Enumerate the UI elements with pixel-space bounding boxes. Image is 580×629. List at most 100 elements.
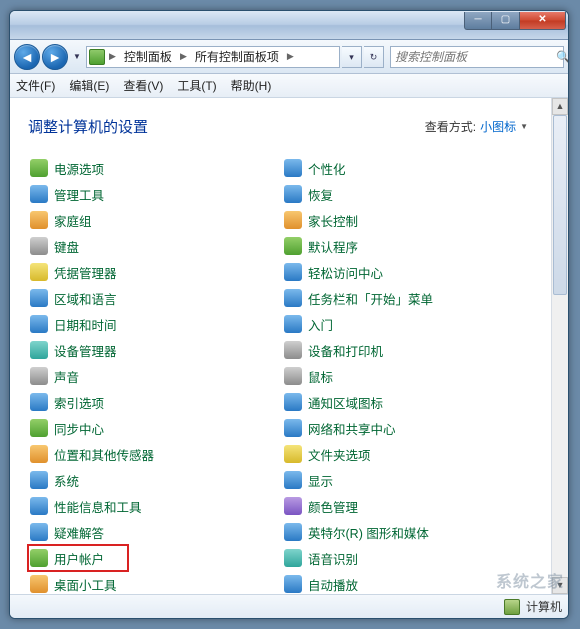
window: ─ ▢ ✕ ◄ ► ▼ ▶ 控制面板 ▶ 所有控制面板项 ▶ ▾ ↻ 🔍 文件(…: [9, 10, 569, 619]
menu-help[interactable]: 帮助(H): [231, 77, 272, 94]
control-panel-item[interactable]: 任务栏和「开始」菜单: [282, 285, 528, 311]
item-label: 入门: [308, 315, 333, 334]
back-button[interactable]: ◄: [14, 44, 40, 70]
item-icon: [30, 315, 48, 333]
control-panel-item[interactable]: 疑难解答: [28, 519, 274, 545]
control-panel-item[interactable]: 索引选项: [28, 389, 274, 415]
control-panel-item[interactable]: 同步中心: [28, 415, 274, 441]
item-label: 凭据管理器: [54, 263, 117, 282]
control-panel-item[interactable]: 默认程序: [282, 233, 528, 259]
control-panel-item[interactable]: 系统: [28, 467, 274, 493]
address-bar[interactable]: ▶ 控制面板 ▶ 所有控制面板项 ▶: [86, 46, 340, 68]
item-icon: [30, 419, 48, 437]
item-icon: [30, 263, 48, 281]
control-panel-item[interactable]: 通知区域图标: [282, 389, 528, 415]
control-panel-item[interactable]: 恢复: [282, 181, 528, 207]
control-panel-item[interactable]: 家长控制: [282, 207, 528, 233]
menu-tools[interactable]: 工具(T): [177, 77, 216, 94]
control-panel-item[interactable]: 声音: [28, 363, 274, 389]
item-icon: [284, 497, 302, 515]
item-icon: [30, 393, 48, 411]
item-label: 同步中心: [54, 419, 104, 438]
vertical-scrollbar[interactable]: ▲ ▼: [551, 98, 568, 594]
close-button[interactable]: ✕: [520, 12, 566, 30]
control-panel-item[interactable]: 设备管理器: [28, 337, 274, 363]
page-title: 调整计算机的设置: [28, 116, 148, 137]
item-icon: [284, 523, 302, 541]
navigation-bar: ◄ ► ▼ ▶ 控制面板 ▶ 所有控制面板项 ▶ ▾ ↻ 🔍: [10, 40, 568, 74]
menu-edit[interactable]: 编辑(E): [69, 77, 109, 94]
control-panel-item[interactable]: 键盘: [28, 233, 274, 259]
control-panel-item[interactable]: 区域和语言: [28, 285, 274, 311]
control-panel-item[interactable]: 设备和打印机: [282, 337, 528, 363]
scroll-up-button[interactable]: ▲: [552, 98, 568, 115]
nav-history-dropdown[interactable]: ▼: [70, 52, 84, 61]
item-label: 用户帐户: [54, 549, 104, 568]
control-panel-item[interactable]: 轻松访问中心: [282, 259, 528, 285]
item-icon: [284, 549, 302, 567]
control-panel-item[interactable]: 日期和时间: [28, 311, 274, 337]
forward-button[interactable]: ►: [42, 44, 68, 70]
item-label: 电源选项: [54, 159, 104, 178]
titlebar: ─ ▢ ✕: [10, 11, 568, 40]
menu-file[interactable]: 文件(F): [16, 77, 55, 94]
menu-view[interactable]: 查看(V): [123, 77, 163, 94]
search-icon[interactable]: 🔍: [556, 50, 569, 64]
control-panel-item[interactable]: 电源选项: [28, 155, 274, 181]
control-panel-item[interactable]: 桌面小工具: [28, 571, 274, 594]
control-panel-item[interactable]: 凭据管理器: [28, 259, 274, 285]
control-panel-item[interactable]: 文件夹选项: [282, 441, 528, 467]
item-label: 语音识别: [308, 549, 358, 568]
view-by-selector[interactable]: 查看方式: 小图标 ▼: [425, 118, 528, 135]
item-label: 默认程序: [308, 237, 358, 256]
search-input[interactable]: [391, 50, 556, 64]
breadcrumb-control-panel[interactable]: 控制面板: [120, 46, 176, 67]
control-panel-item[interactable]: 入门: [282, 311, 528, 337]
item-icon: [30, 185, 48, 203]
item-icon: [284, 185, 302, 203]
control-panel-item[interactable]: 颜色管理: [282, 493, 528, 519]
item-icon: [284, 211, 302, 229]
item-label: 鼠标: [308, 367, 333, 386]
item-label: 个性化: [308, 159, 346, 178]
menu-bar: 文件(F) 编辑(E) 查看(V) 工具(T) 帮助(H): [10, 74, 568, 98]
control-panel-item[interactable]: 语音识别: [282, 545, 528, 571]
control-panel-item[interactable]: 性能信息和工具: [28, 493, 274, 519]
control-panel-item[interactable]: 鼠标: [282, 363, 528, 389]
control-panel-item[interactable]: 英特尔(R) 图形和媒体: [282, 519, 528, 545]
view-by-label: 查看方式:: [425, 118, 476, 135]
view-by-value[interactable]: 小图标: [480, 118, 516, 135]
breadcrumb-all-items[interactable]: 所有控制面板项: [191, 46, 283, 67]
item-label: 位置和其他传感器: [54, 445, 154, 464]
control-panel-item[interactable]: 管理工具: [28, 181, 274, 207]
breadcrumb-sep-icon: ▶: [285, 51, 296, 62]
item-label: 性能信息和工具: [54, 497, 142, 516]
control-panel-item[interactable]: 用户帐户: [28, 545, 128, 571]
control-panel-item[interactable]: 自动播放: [282, 571, 528, 594]
control-panel-item[interactable]: 显示: [282, 467, 528, 493]
minimize-button[interactable]: ─: [464, 12, 492, 30]
control-panel-item[interactable]: 网络和共享中心: [282, 415, 528, 441]
item-icon: [284, 263, 302, 281]
maximize-button[interactable]: ▢: [492, 12, 520, 30]
scroll-down-button[interactable]: ▼: [552, 577, 568, 594]
refresh-button[interactable]: ↻: [364, 46, 384, 68]
item-icon: [284, 289, 302, 307]
breadcrumb-sep-icon: ▶: [178, 51, 189, 62]
search-box[interactable]: 🔍: [390, 46, 564, 68]
scroll-thumb[interactable]: [553, 115, 567, 295]
item-icon: [30, 575, 48, 593]
item-label: 索引选项: [54, 393, 104, 412]
item-icon: [30, 237, 48, 255]
item-label: 键盘: [54, 237, 79, 256]
control-panel-item[interactable]: 位置和其他传感器: [28, 441, 274, 467]
address-dropdown-button[interactable]: ▾: [342, 46, 362, 68]
item-icon: [284, 237, 302, 255]
content-header: 调整计算机的设置 查看方式: 小图标 ▼: [28, 116, 560, 137]
control-panel-item[interactable]: 家庭组: [28, 207, 274, 233]
control-panel-item[interactable]: 个性化: [282, 155, 528, 181]
item-icon: [30, 497, 48, 515]
item-label: 家庭组: [54, 211, 92, 230]
content-area: 调整计算机的设置 查看方式: 小图标 ▼ 电源选项管理工具家庭组键盘凭据管理器区…: [10, 98, 568, 594]
status-text: 计算机: [526, 598, 562, 615]
